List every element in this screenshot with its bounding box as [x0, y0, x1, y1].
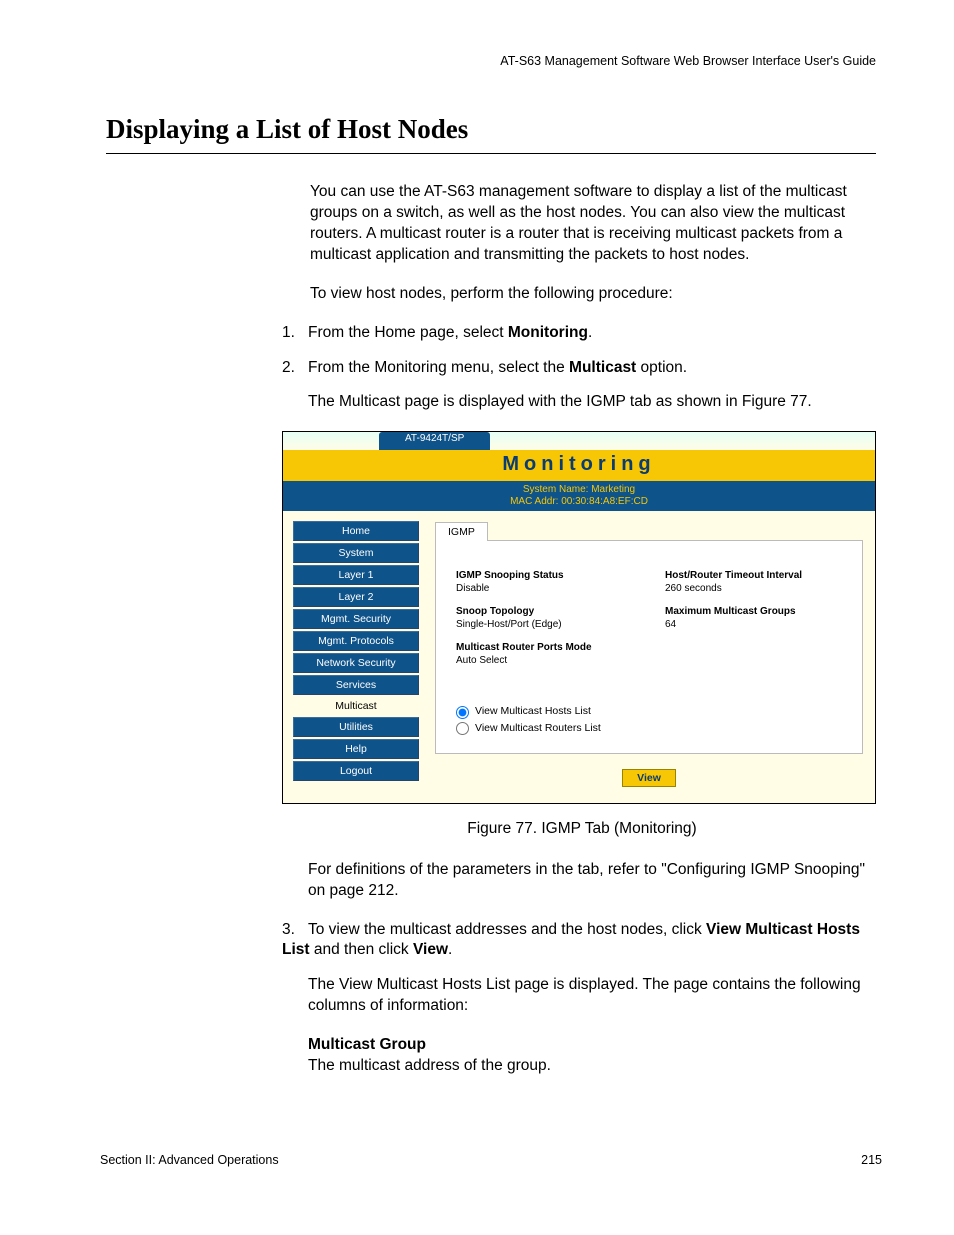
screenshot-model-bar: AT-9424T/SP [283, 432, 875, 450]
procedure-list-cont: 3.To view the multicast addresses and th… [282, 920, 876, 1078]
nav-mgmt-protocols[interactable]: Mgmt. Protocols [293, 631, 419, 651]
tab-igmp[interactable]: IGMP [435, 522, 488, 541]
step-2-sub: The Multicast page is displayed with the… [308, 392, 876, 413]
screenshot-title-bar: Monitoring [283, 450, 875, 481]
radio-routers-list[interactable]: View Multicast Routers List [456, 722, 844, 736]
nav-multicast[interactable]: Multicast [293, 697, 419, 715]
nav-network-security[interactable]: Network Security [293, 653, 419, 673]
document-header: AT-S63 Management Software Web Browser I… [100, 54, 882, 68]
radio-hosts-list[interactable]: View Multicast Hosts List [456, 705, 844, 719]
screenshot-nav: Home System Layer 1 Layer 2 Mgmt. Securi… [293, 521, 419, 783]
page-footer: Section II: Advanced Operations 215 [100, 1153, 882, 1167]
screenshot-title: Monitoring [502, 453, 655, 475]
intro-paragraph: You can use the AT-S63 management softwa… [310, 182, 876, 266]
nav-utilities[interactable]: Utilities [293, 717, 419, 737]
title-rule [106, 153, 876, 154]
procedure-list: 1.From the Home page, select Monitoring.… [282, 323, 876, 414]
step-3: 3.To view the multicast addresses and th… [282, 920, 876, 1078]
figure-screenshot: AT-9424T/SP Monitoring System Name: Mark… [282, 431, 876, 803]
nav-home[interactable]: Home [293, 521, 419, 541]
step-1: 1.From the Home page, select Monitoring. [282, 323, 876, 344]
view-button[interactable]: View [622, 769, 676, 787]
footer-section: Section II: Advanced Operations [100, 1153, 279, 1167]
step-3-sub1: The View Multicast Hosts List page is di… [308, 975, 876, 1017]
igmp-panel: IGMP Snooping StatusDisable Snoop Topolo… [435, 540, 863, 753]
nav-layer1[interactable]: Layer 1 [293, 565, 419, 585]
figure-caption: Figure 77. IGMP Tab (Monitoring) [282, 820, 882, 838]
step-2: 2.From the Monitoring menu, select the M… [282, 358, 876, 414]
screenshot-content: IGMP IGMP Snooping StatusDisable Snoop T… [435, 521, 863, 786]
lead-in: To view host nodes, perform the followin… [310, 284, 876, 305]
nav-mgmt-security[interactable]: Mgmt. Security [293, 609, 419, 629]
screenshot-system-bar: System Name: Marketing MAC Addr: 00:30:8… [283, 481, 875, 511]
footer-page-number: 215 [861, 1153, 882, 1167]
nav-system[interactable]: System [293, 543, 419, 563]
page-title: Displaying a List of Host Nodes [106, 114, 882, 145]
nav-help[interactable]: Help [293, 739, 419, 759]
nav-services[interactable]: Services [293, 675, 419, 695]
multicast-group-def: Multicast GroupThe multicast address of … [308, 1035, 876, 1077]
nav-layer2[interactable]: Layer 2 [293, 587, 419, 607]
nav-logout[interactable]: Logout [293, 761, 419, 781]
model-tab: AT-9424T/SP [379, 432, 490, 450]
after-figure-text: For definitions of the parameters in the… [308, 860, 876, 902]
